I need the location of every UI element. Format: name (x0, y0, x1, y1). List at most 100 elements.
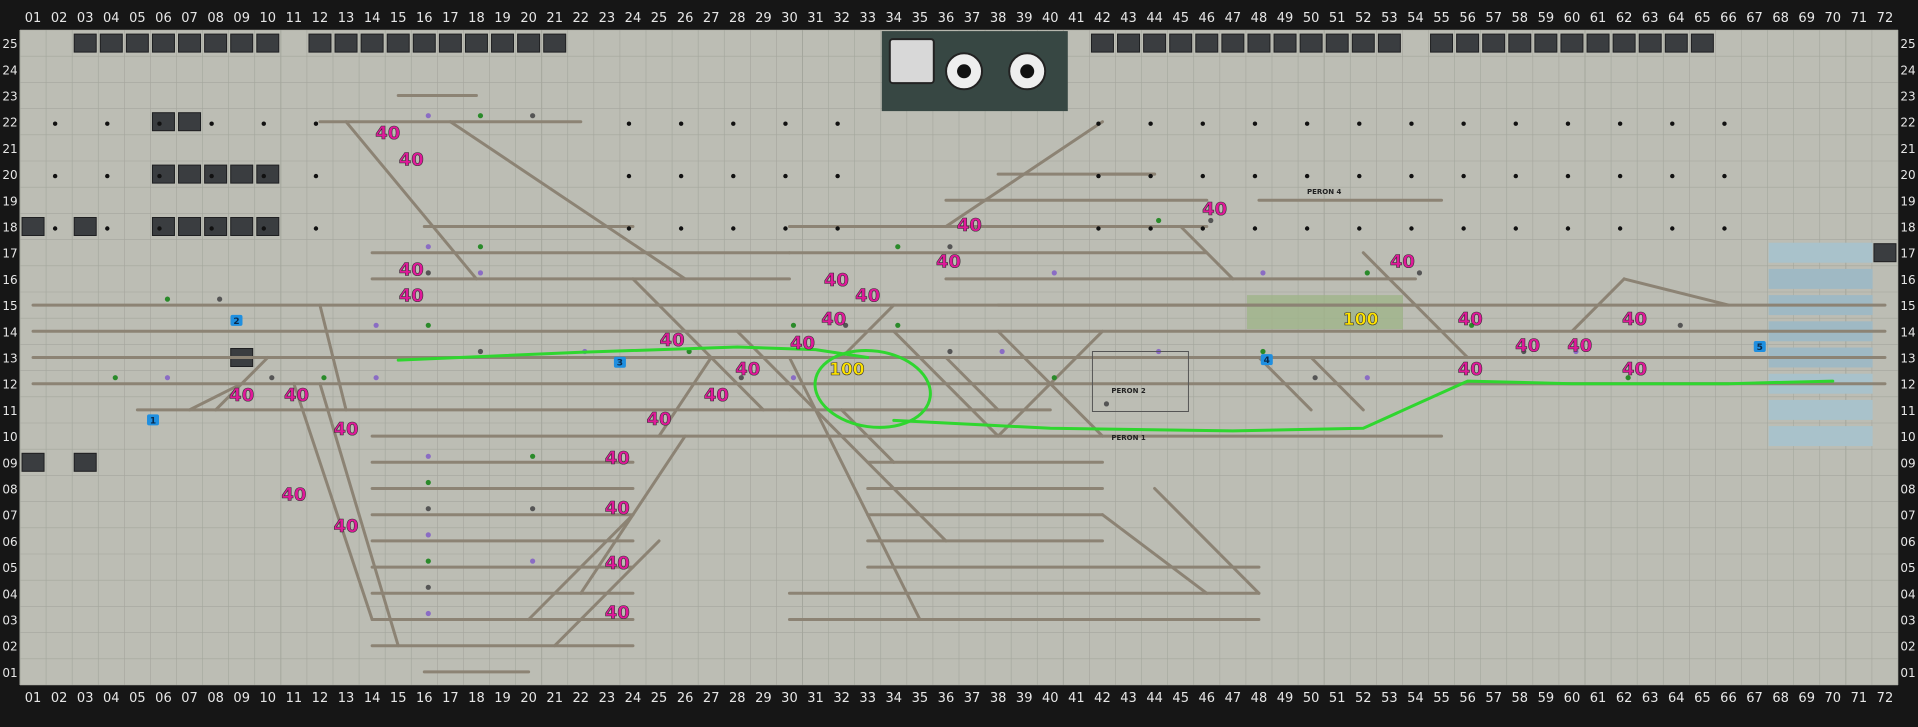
column-label: 14 (364, 11, 381, 26)
point-indicator (678, 226, 684, 231)
row-label: 08 (2, 483, 17, 497)
route-marker-1[interactable]: 1 (147, 414, 160, 426)
switch-module (178, 112, 202, 132)
point-indicator (52, 226, 58, 231)
column-label: 60 (1564, 691, 1581, 706)
speed-marker: 40 (855, 286, 880, 307)
route-marker-label[interactable]: 3 (617, 359, 623, 369)
column-label: 03 (77, 11, 94, 26)
route-marker-4[interactable]: 4 (1260, 354, 1273, 366)
point-indicator (313, 173, 319, 179)
speed-marker: 40 (1458, 359, 1483, 380)
column-label: 02 (51, 11, 68, 26)
route-marker-label[interactable]: 5 (1757, 343, 1763, 353)
point-indicator (1200, 226, 1205, 231)
point-indicator (1200, 121, 1205, 126)
point-indicator (1513, 121, 1518, 126)
point-indicator (1617, 226, 1623, 231)
column-label: 01 (25, 691, 42, 706)
route-marker-label[interactable]: 4 (1264, 356, 1270, 366)
point-indicator (1513, 173, 1518, 179)
speed-marker: 100 (1343, 310, 1379, 330)
track-diagram[interactable]: PERON 4 PERON 2 PERON 1 01 02 03 04 05 06 07 08 09… (0, 0, 1918, 727)
column-label: 14 (364, 691, 381, 706)
column-label: 71 (1851, 691, 1868, 706)
column-label: 51 (1329, 11, 1346, 26)
signal-light (477, 113, 484, 119)
route-marker-2[interactable]: 2 (230, 314, 243, 327)
column-label: 65 (1694, 11, 1711, 26)
switch-module (1090, 33, 1114, 53)
switch-module (1117, 33, 1141, 53)
column-label: 35 (912, 691, 929, 706)
column-label: 01 (25, 11, 42, 26)
column-label: 54 (1407, 691, 1424, 706)
column-label: 59 (1538, 11, 1555, 26)
route-marker-label[interactable]: 2 (233, 317, 239, 327)
route-marker-label[interactable]: 1 (150, 416, 156, 426)
platform-label: PERON 1 (1111, 434, 1146, 442)
column-label: 70 (1825, 11, 1842, 26)
point-indicator (261, 121, 266, 126)
route-marker-3[interactable]: 3 (613, 356, 626, 369)
point-indicator (1461, 173, 1466, 179)
column-label: 37 (964, 691, 981, 706)
column-label: 20 (520, 11, 537, 26)
column-label: 62 (1616, 691, 1633, 706)
column-label: 66 (1720, 11, 1737, 26)
column-label: 32 (833, 11, 850, 26)
signal-light (530, 453, 536, 459)
point-indicator (1670, 121, 1675, 126)
column-label: 72 (1877, 691, 1894, 706)
switch-module (1534, 33, 1558, 53)
info-panel (1768, 426, 1873, 447)
row-label: 06 (2, 535, 17, 549)
switch-module (543, 33, 567, 53)
column-label: 15 (390, 11, 407, 26)
column-label: 53 (1381, 691, 1398, 706)
point-indicator (835, 121, 840, 126)
point-indicator (209, 226, 214, 231)
column-label: 70 (1825, 691, 1842, 706)
platform-label: PERON 2 (1111, 387, 1146, 395)
column-label: 06 (155, 691, 172, 706)
column-label: 50 (1303, 11, 1320, 26)
column-label: 06 (155, 11, 172, 26)
point-indicator (1304, 173, 1310, 179)
signal-light (530, 113, 536, 119)
column-label: 72 (1877, 11, 1894, 26)
column-label: 10 (260, 11, 277, 26)
point-indicator (1565, 173, 1571, 179)
column-label: 39 (1016, 691, 1033, 706)
column-label: 63 (1642, 691, 1659, 706)
column-label: 42 (1094, 691, 1111, 706)
switch-module (464, 33, 488, 53)
signal-light (112, 375, 118, 381)
column-label: 59 (1538, 691, 1555, 706)
row-label: 09 (1900, 456, 1915, 470)
point-indicator (783, 173, 788, 179)
point-indicator (1409, 226, 1414, 231)
route-marker-5[interactable]: 5 (1753, 341, 1766, 353)
column-label: 34 (886, 691, 903, 706)
column-label: 47 (1225, 691, 1242, 706)
row-label: 21 (1900, 142, 1915, 156)
switch-module (1430, 33, 1454, 53)
column-label: 53 (1381, 11, 1398, 26)
column-label: 46 (1199, 691, 1216, 706)
column-label: 05 (129, 691, 146, 706)
row-label: 20 (1900, 168, 1915, 182)
point-indicator (1252, 173, 1258, 179)
point-indicator (626, 121, 632, 126)
column-label: 26 (677, 691, 694, 706)
signal-light (530, 506, 536, 512)
row-label: 04 (1900, 587, 1915, 601)
point-indicator (1304, 121, 1310, 126)
column-label: 19 (494, 11, 511, 26)
speed-marker: 40 (1622, 309, 1647, 330)
signal-light (1260, 348, 1266, 355)
point-indicator (1722, 173, 1727, 179)
point-indicator (1148, 121, 1153, 126)
switch-module (73, 452, 97, 472)
switch-module (1325, 33, 1349, 53)
